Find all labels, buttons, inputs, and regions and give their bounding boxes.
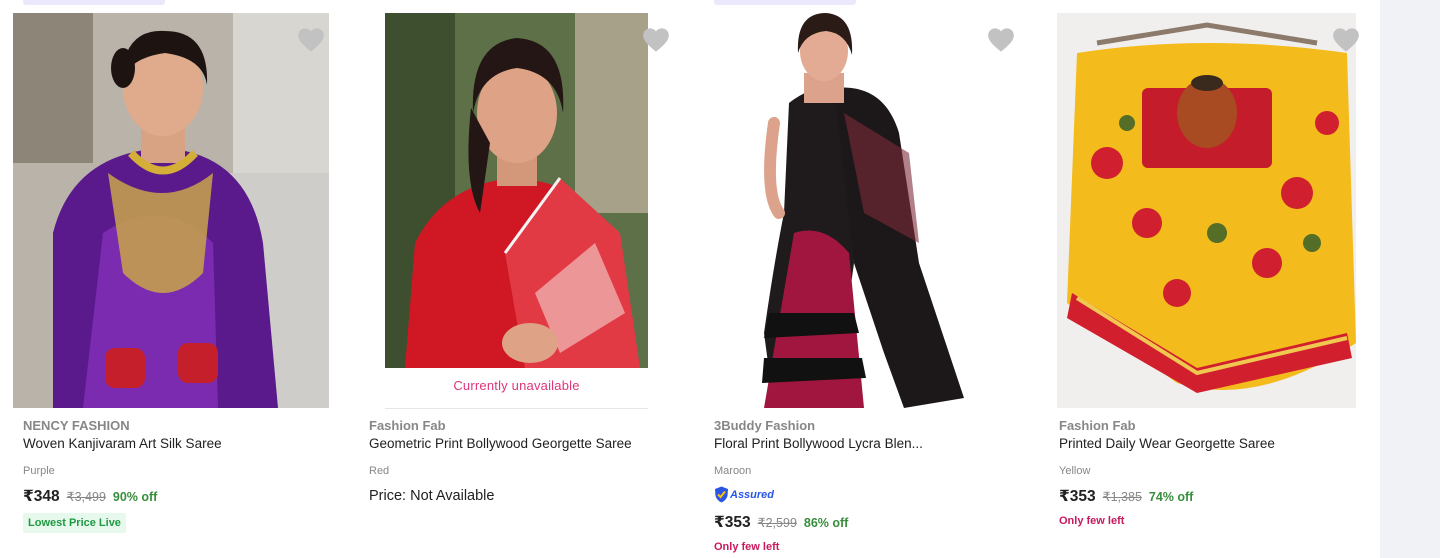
product-image[interactable] [1057,13,1356,408]
product-card[interactable]: 3Buddy Fashion Floral Print Bollywood Ly… [704,0,1034,558]
product-title[interactable]: Printed Daily Wear Georgette Saree [1059,436,1275,451]
stock-status: Only few left [1059,515,1125,527]
price-unavailable-text: Price: Not Available [369,488,495,504]
price-row: ₹348 ₹3,499 90% off [23,487,157,506]
lowest-price-badge: Lowest Price Live [23,513,126,533]
wishlist-heart-icon[interactable] [987,27,1015,53]
original-price: ₹3,499 [66,490,106,504]
assured-label: Assured [730,488,775,501]
product-color: Maroon [714,465,752,477]
original-price: ₹1,385 [1102,490,1142,504]
product-image[interactable] [385,13,648,368]
wishlist-heart-icon[interactable] [642,27,670,53]
product-title[interactable]: Woven Kanjivaram Art Silk Saree [23,436,222,451]
product-image[interactable] [13,13,329,408]
discount-percent: 86% off [803,516,849,530]
product-brand: 3Buddy Fashion [714,418,816,433]
product-title[interactable]: Geometric Print Bollywood Georgette Sare… [369,436,632,451]
original-price: ₹2,599 [757,516,797,530]
discount-percent: 90% off [112,490,158,504]
unavailable-label: Currently unavailable [453,378,580,393]
product-brand: Fashion Fab [369,418,446,433]
stock-status: Only few left [714,541,780,553]
wishlist-heart-icon[interactable] [1332,27,1360,53]
discount-percent: 74% off [1148,490,1194,504]
product-card[interactable]: Fashion Fab Printed Daily Wear Georgette… [1049,0,1379,558]
page-side-panel [1380,0,1440,558]
selling-price: ₹353 [1059,488,1096,505]
product-color: Yellow [1059,465,1091,477]
selling-price: ₹348 [23,488,60,505]
product-brand: NENCY FASHION [23,418,130,433]
price-row: ₹353 ₹1,385 74% off [1059,487,1193,506]
product-image[interactable] [734,13,1004,408]
wishlist-heart-icon[interactable] [297,27,325,53]
product-color: Purple [23,465,55,477]
product-brand: Fashion Fab [1059,418,1136,433]
product-card[interactable]: Currently unavailable Fashion Fab Geomet… [359,0,689,558]
divider [385,408,648,409]
shield-icon [715,486,728,503]
assured-badge: Assured [714,486,774,503]
product-card[interactable]: NENCY FASHION Woven Kanjivaram Art Silk … [13,0,343,558]
price-row: ₹353 ₹2,599 86% off [714,513,848,532]
product-color: Red [369,465,390,477]
selling-price: ₹353 [714,514,751,531]
product-title[interactable]: Floral Print Bollywood Lycra Blen... [714,436,923,451]
